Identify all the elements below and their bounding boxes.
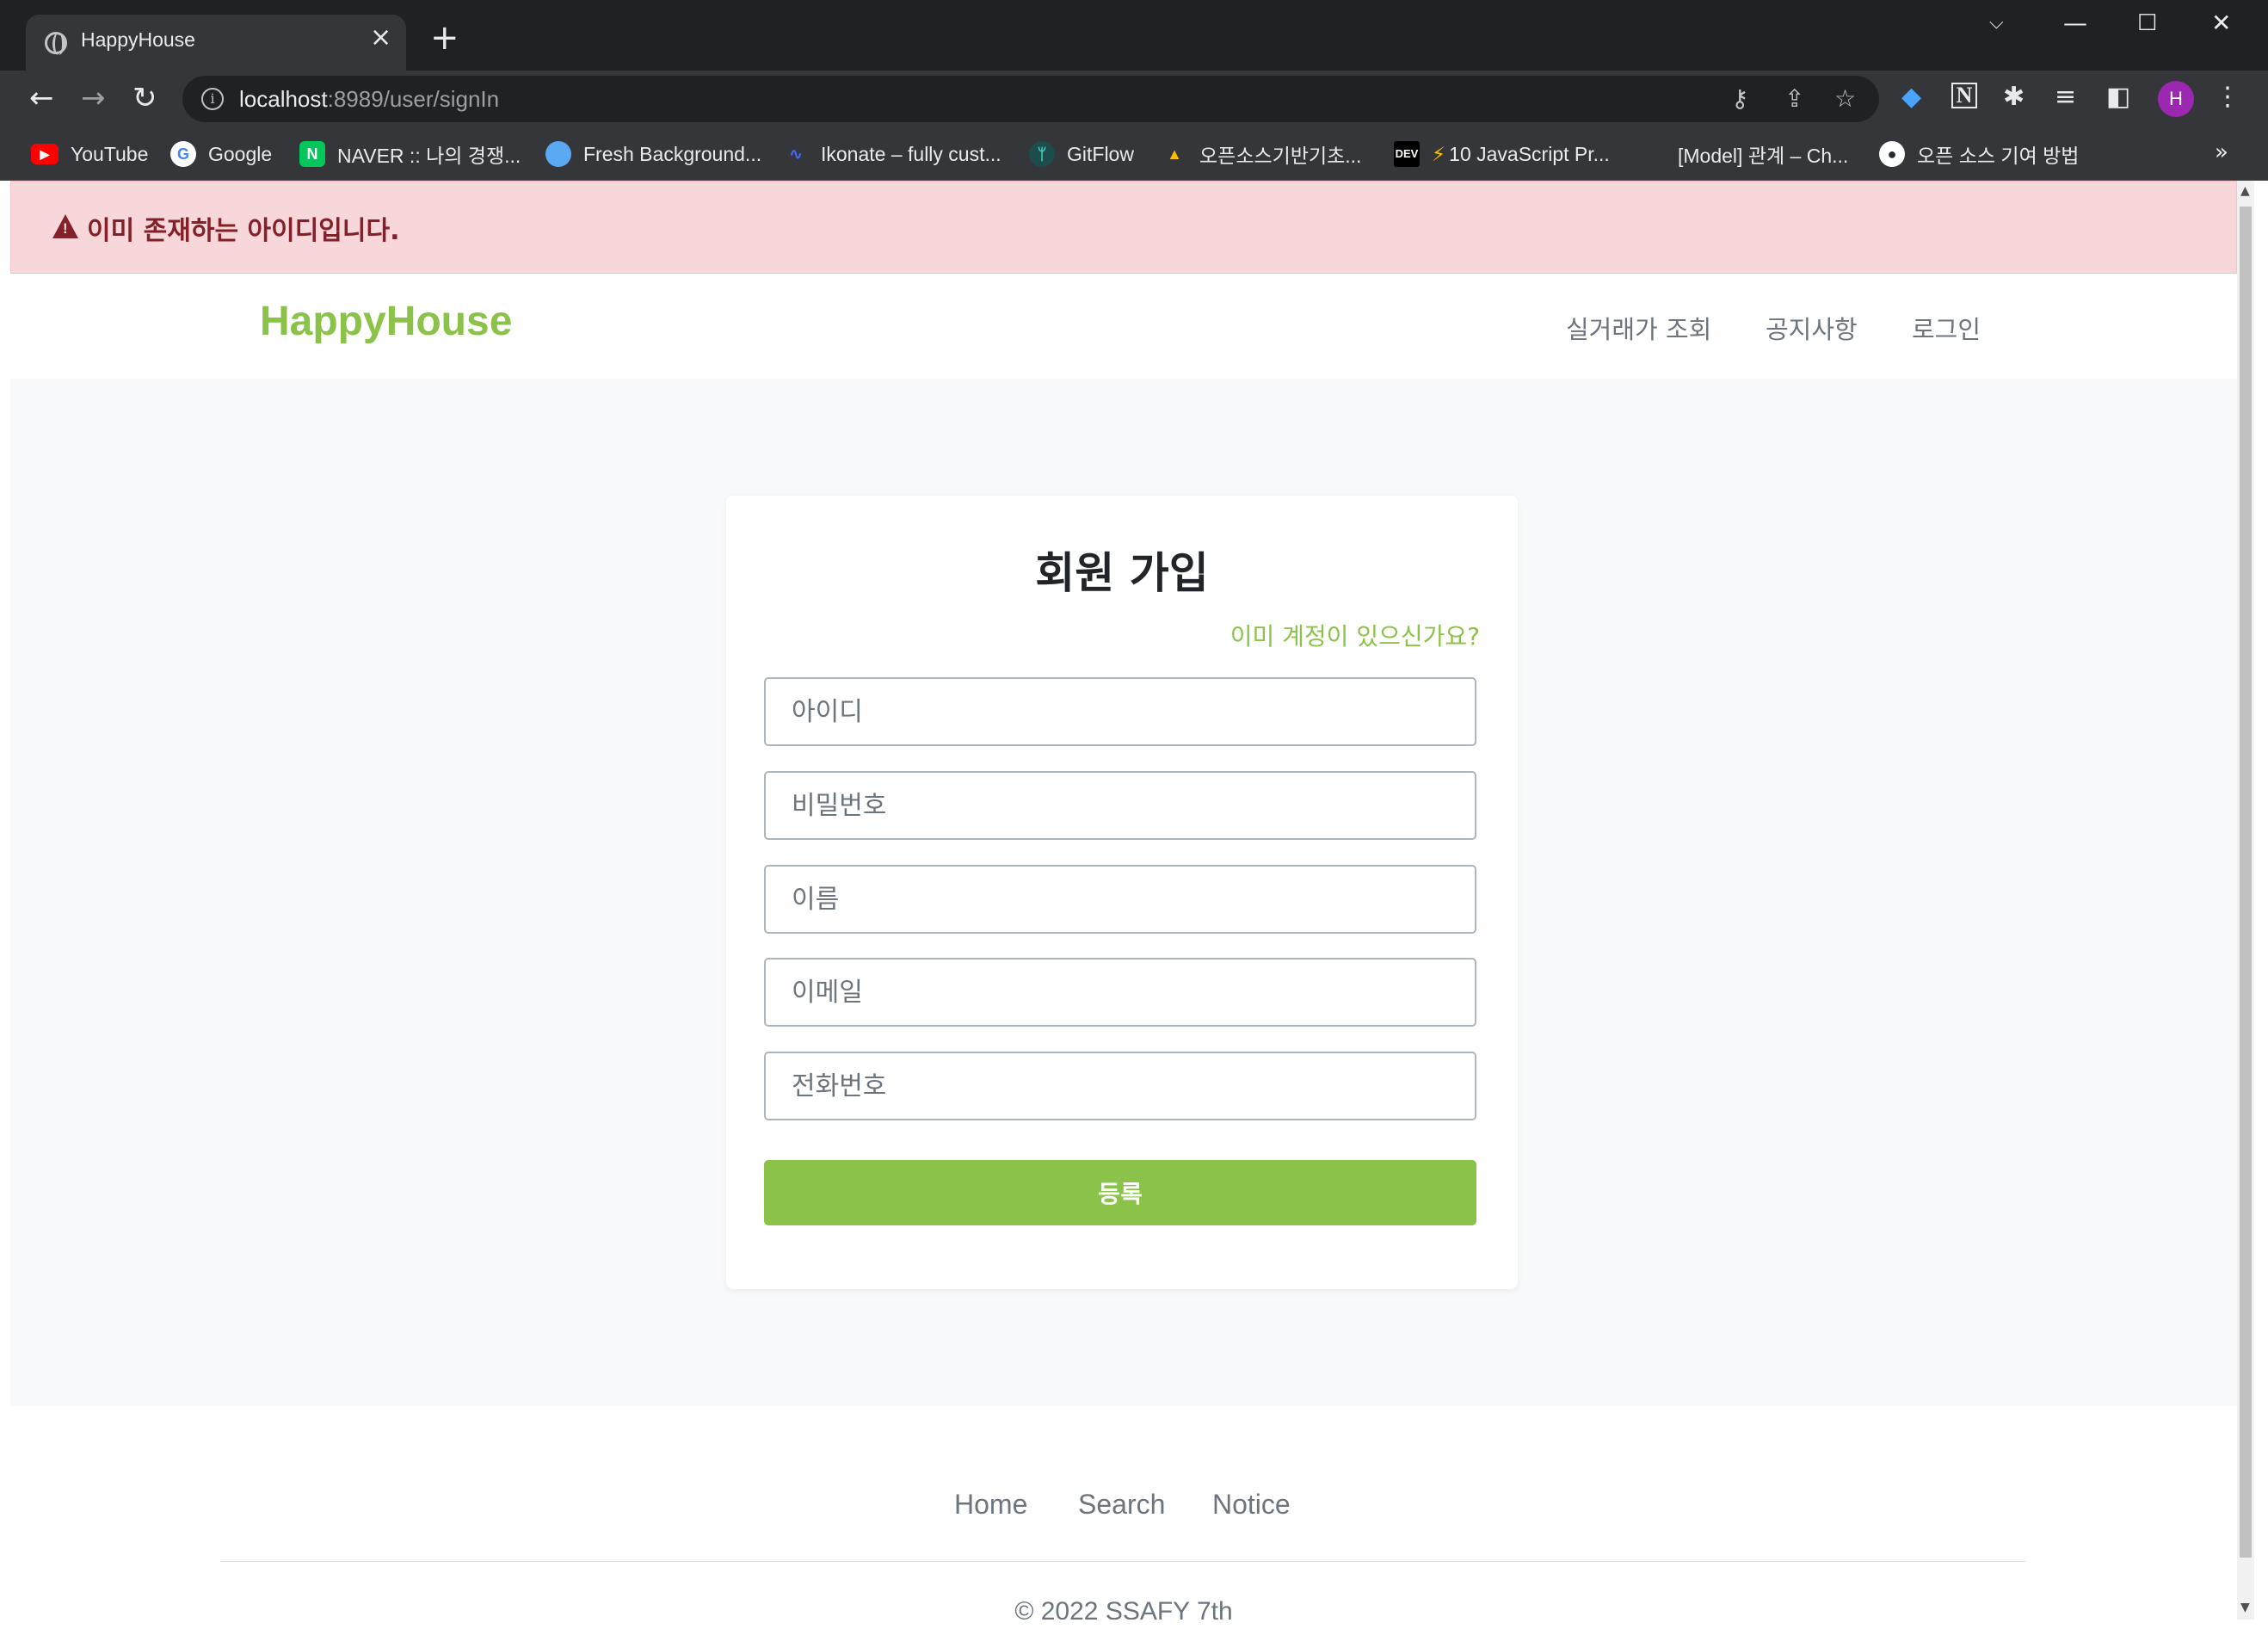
- site-footer: Home Search Notice © 2022 SSAFY 7th: [10, 1406, 2237, 1620]
- id-input[interactable]: [764, 677, 1476, 746]
- google-drive-icon: ▲: [1167, 145, 1182, 163]
- site-info-icon[interactable]: i: [201, 88, 224, 110]
- page-icon: [1640, 141, 1666, 167]
- bookmark-google[interactable]: G Google: [170, 139, 272, 169]
- bookmark-fresh-background[interactable]: Fresh Background...: [545, 139, 761, 169]
- youtube-icon: ▶: [31, 144, 59, 164]
- menu-kebab-icon[interactable]: ⋮: [2215, 83, 2240, 112]
- tab-title: HappyHouse: [81, 28, 195, 51]
- nav-link-trade-search[interactable]: 실거래가 조회: [1566, 310, 1711, 346]
- back-icon[interactable]: ←: [29, 81, 54, 115]
- notion-icon[interactable]: N: [1951, 83, 1977, 108]
- url-text[interactable]: localhost:8989/user/signIn: [239, 86, 499, 113]
- site-navbar: HappyHouse 실거래가 조회 공지사항 로그인: [10, 274, 2237, 379]
- bookmark-youtube[interactable]: ▶ YouTube: [31, 139, 148, 169]
- scroll-down-icon[interactable]: ▼: [2240, 1601, 2250, 1614]
- tab-search-icon[interactable]: ⌵: [1989, 10, 2004, 36]
- login-link[interactable]: 이미 계정이 있으신가요?: [1230, 618, 1480, 652]
- footer-link-notice[interactable]: Notice: [1212, 1489, 1291, 1521]
- close-tab-icon[interactable]: ×: [370, 25, 391, 51]
- extension-gem-icon[interactable]: ◆: [1901, 83, 1921, 112]
- bookmark-ikonate[interactable]: ∿ Ikonate – fully cust...: [783, 139, 1001, 169]
- ikonate-icon: ∿: [789, 145, 803, 163]
- extensions-puzzle-icon[interactable]: ✱: [2003, 83, 2025, 112]
- page-viewport: 이미 존재하는 아이디입니다. HappyHouse 실거래가 조회 공지사항 …: [10, 181, 2237, 1620]
- nav-link-notice[interactable]: 공지사항: [1766, 310, 1858, 346]
- warning-icon: [52, 214, 78, 238]
- page-scrollbar[interactable]: ▲ ▼: [2237, 181, 2254, 1620]
- scroll-up-icon[interactable]: ▲: [2240, 184, 2250, 198]
- side-panel-icon[interactable]: ◧: [2106, 83, 2130, 112]
- name-input[interactable]: [764, 865, 1476, 934]
- signup-card: 회원 가입 이미 계정이 있으신가요? 등록: [726, 496, 1518, 1289]
- profile-avatar[interactable]: H: [2158, 81, 2194, 117]
- scroll-thumb[interactable]: [2240, 207, 2252, 1558]
- forward-icon[interactable]: →: [81, 81, 106, 115]
- browser-titlebar: HappyHouse × + ⌵ — ☐ ✕: [0, 0, 2268, 71]
- dev-icon: DEV: [1394, 141, 1420, 167]
- browser-toolbar: ← → ↻ i localhost:8989/user/signIn ⚷ ⇪ ☆…: [0, 71, 2268, 127]
- bookmark-javascript[interactable]: DEV ⚡ 10 JavaScript Pr...: [1394, 139, 1610, 169]
- bookmark-open-source-contribution[interactable]: ● 오픈 소스 기여 방법: [1879, 139, 2079, 169]
- maximize-icon[interactable]: ☐: [2137, 10, 2157, 36]
- right-window-edge: [2254, 181, 2268, 1629]
- footer-link-home[interactable]: Home: [954, 1489, 1027, 1521]
- left-window-edge: [0, 181, 10, 1629]
- key-icon[interactable]: ⚷: [1731, 84, 1749, 114]
- nav-link-login[interactable]: 로그인: [1912, 310, 1981, 346]
- gitflow-icon: ᛘ: [1029, 141, 1055, 167]
- bookmark-star-icon[interactable]: ☆: [1834, 84, 1856, 114]
- bookmark-naver[interactable]: N NAVER :: 나의 경쟁...: [299, 139, 521, 169]
- lightning-icon: ⚡: [1432, 142, 1446, 165]
- share-icon[interactable]: ⇪: [1784, 84, 1804, 114]
- password-input[interactable]: [764, 771, 1476, 840]
- footer-divider: [220, 1561, 2025, 1562]
- register-button[interactable]: 등록: [764, 1160, 1476, 1225]
- error-alert: 이미 존재하는 아이디입니다.: [10, 181, 2237, 274]
- footer-link-search[interactable]: Search: [1078, 1489, 1165, 1521]
- signup-title: 회원 가입: [1035, 548, 1209, 598]
- bookmark-gitflow[interactable]: ᛘ GitFlow: [1029, 139, 1134, 169]
- bottom-window-edge: [0, 1620, 2268, 1629]
- minimize-icon[interactable]: —: [2063, 10, 2087, 36]
- media-queue-icon[interactable]: ≡: [2055, 83, 2076, 112]
- globe-icon: [45, 32, 67, 55]
- google-icon: G: [170, 141, 196, 167]
- phone-input[interactable]: [764, 1052, 1476, 1120]
- bookmark-model-relation[interactable]: [Model] 관계 – Ch...: [1640, 139, 1848, 169]
- new-tab-icon[interactable]: +: [430, 21, 459, 55]
- bookmarks-bar: ▶ YouTube G Google N NAVER :: 나의 경쟁... F…: [0, 127, 2268, 181]
- more-bookmarks-icon[interactable]: »: [2215, 139, 2228, 165]
- browser-tab[interactable]: HappyHouse ×: [26, 15, 406, 71]
- fresh-background-icon: [545, 141, 571, 167]
- footer-copyright: © 2022 SSAFY 7th: [1014, 1597, 1233, 1620]
- reload-icon[interactable]: ↻: [133, 81, 157, 115]
- site-brand[interactable]: HappyHouse: [260, 298, 512, 345]
- alert-message: 이미 존재하는 아이디입니다.: [87, 216, 400, 246]
- window-close-icon[interactable]: ✕: [2211, 10, 2231, 36]
- email-input[interactable]: [764, 958, 1476, 1027]
- naver-icon: N: [299, 141, 325, 167]
- address-bar[interactable]: i localhost:8989/user/signIn ⚷ ⇪ ☆: [182, 76, 1879, 122]
- bookmark-open-source-basics[interactable]: ▲ 오픈소스기반기초...: [1162, 139, 1361, 169]
- github-icon: ●: [1879, 141, 1905, 167]
